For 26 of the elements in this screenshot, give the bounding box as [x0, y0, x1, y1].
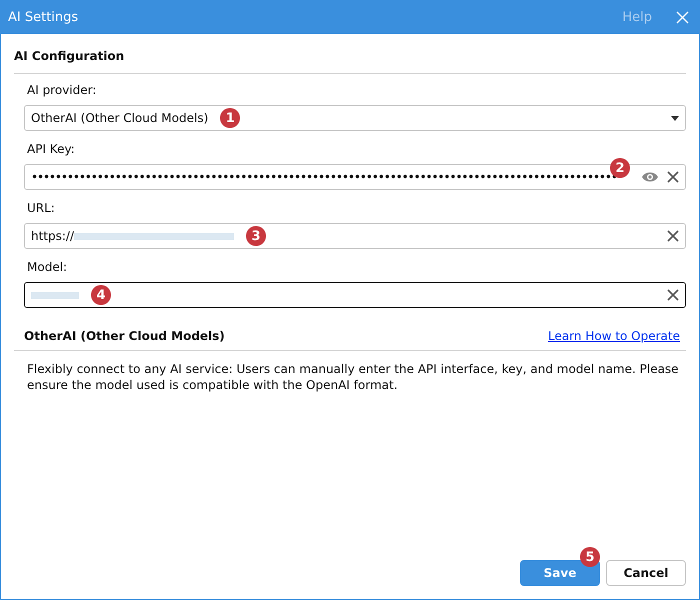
window-title: AI Settings	[8, 10, 80, 25]
provider-name: OtherAI (Other Cloud Models)	[24, 329, 226, 343]
clear-icon[interactable]	[667, 289, 679, 301]
clear-icon[interactable]	[667, 171, 679, 183]
field-label: AI provider:	[27, 83, 98, 97]
select-value: OtherAI (Other Cloud Models)	[31, 111, 208, 125]
dropdown-caret-icon[interactable]	[671, 116, 679, 120]
field-label: URL:	[27, 201, 56, 215]
eye-icon[interactable]	[641, 171, 659, 183]
step-badge: 4	[91, 285, 111, 305]
clear-icon[interactable]	[667, 230, 679, 242]
cancel-button[interactable]: Cancel	[606, 560, 686, 586]
input-field[interactable]: 4	[24, 282, 686, 308]
provider-dropdown[interactable]: OtherAI (Other Cloud Models) 1	[24, 105, 686, 131]
field-label: Model:	[27, 260, 68, 274]
provider-description: Flexibly connect to any AI service: Users can manually enter the API interface, key, and model name. Please ensure the model used is compatible with the OpenAI format.	[27, 361, 680, 393]
field-label: API Key:	[27, 142, 76, 156]
masked-key: ••••••••••••••••••••••••••••••••••••••••••••••••••••••••••••••••••••••••••••••••••••••••••••••••••	[31, 170, 617, 184]
section-title: AI Configuration	[14, 34, 686, 74]
step-badge: 1	[220, 108, 240, 128]
learn-link[interactable]: Learn How to Operate	[548, 329, 680, 343]
close-icon[interactable]	[676, 11, 689, 24]
step-badge: 5	[580, 547, 600, 567]
field-value: https://	[31, 229, 74, 243]
input-field[interactable]: https:// 3	[24, 223, 686, 249]
step-badge: 3	[246, 226, 266, 246]
